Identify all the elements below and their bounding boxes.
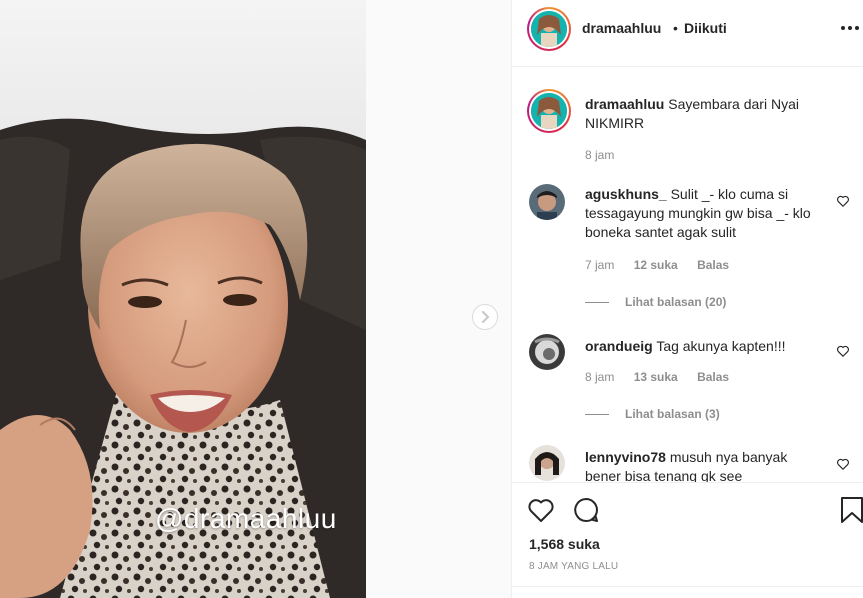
heart-icon[interactable] — [836, 194, 850, 208]
view-replies-button[interactable]: Lihat balasan (20) — [585, 295, 726, 309]
caption: dramaahluu Sayembara dari Nyai NIKMIRR — [585, 95, 817, 133]
more-options-icon[interactable] — [841, 26, 861, 32]
comment-time[interactable]: 8 jam — [585, 370, 614, 384]
post-actions: 1,568 suka 8 JAM YANG LALU — [512, 482, 863, 598]
comment-avatar[interactable] — [529, 445, 565, 481]
comment-username[interactable]: aguskhuns_ — [585, 186, 667, 202]
comment-avatar[interactable] — [529, 184, 565, 220]
replies-divider — [585, 414, 609, 416]
like-heart-icon[interactable] — [526, 495, 556, 525]
reply-button[interactable]: Balas — [697, 258, 729, 272]
comment-meta: 8 jam 13 suka Balas — [585, 370, 745, 384]
caption-time[interactable]: 8 jam — [585, 148, 614, 162]
reply-button[interactable]: Balas — [697, 370, 729, 384]
post-header: dramaahluu • Diikuti — [512, 0, 863, 67]
heart-icon[interactable] — [836, 457, 850, 471]
comment-item: orandueig Tag akunya kapten!!! — [585, 337, 817, 356]
replies-divider — [585, 302, 609, 304]
caption-username[interactable]: dramaahluu — [585, 96, 664, 112]
caption-avatar[interactable] — [527, 89, 571, 133]
bookmark-icon[interactable] — [837, 495, 863, 525]
caption-meta: 8 jam — [585, 148, 630, 162]
media-watermark: @dramaahluu — [155, 503, 337, 534]
header-separator: • — [673, 20, 678, 36]
comments-list[interactable]: dramaahluu Sayembara dari Nyai NIKMIRR 8… — [512, 68, 863, 482]
add-comment-divider — [512, 586, 863, 587]
comment-likes[interactable]: 13 suka — [634, 370, 678, 384]
comment-username[interactable]: orandueig — [585, 338, 653, 354]
comment-bubble-icon[interactable] — [571, 495, 601, 525]
likes-count[interactable]: 1,568 suka — [529, 536, 600, 552]
post-details-panel: dramaahluu • Diikuti dramaahluu Sayembar… — [511, 0, 863, 598]
comment-username[interactable]: lennyvino78 — [585, 449, 666, 465]
post-timestamp[interactable]: 8 JAM YANG LALU — [529, 561, 618, 572]
header-avatar[interactable] — [527, 7, 571, 51]
header-username[interactable]: dramaahluu — [582, 20, 661, 36]
next-media-button[interactable] — [472, 304, 498, 330]
follow-status-button[interactable]: Diikuti — [684, 20, 727, 36]
comment-item: lennyvino78 musuh nya banyak bener bisa … — [585, 448, 817, 482]
comment-meta: 7 jam 12 suka Balas — [585, 258, 745, 272]
post-media[interactable]: @dramaahluu — [0, 0, 366, 598]
chevron-right-icon — [482, 311, 490, 323]
comment-likes[interactable]: 12 suka — [634, 258, 678, 272]
view-replies-button[interactable]: Lihat balasan (3) — [585, 407, 720, 421]
comment-text: Tag akunya kapten!!! — [656, 338, 786, 354]
view-replies-label: Lihat balasan (20) — [625, 295, 727, 309]
comment-avatar[interactable] — [529, 334, 565, 370]
comment-item: aguskhuns_ Sulit _- klo cuma si tessagay… — [585, 185, 817, 242]
heart-icon[interactable] — [836, 344, 850, 358]
comment-time[interactable]: 7 jam — [585, 258, 614, 272]
view-replies-label: Lihat balasan (3) — [625, 407, 720, 421]
